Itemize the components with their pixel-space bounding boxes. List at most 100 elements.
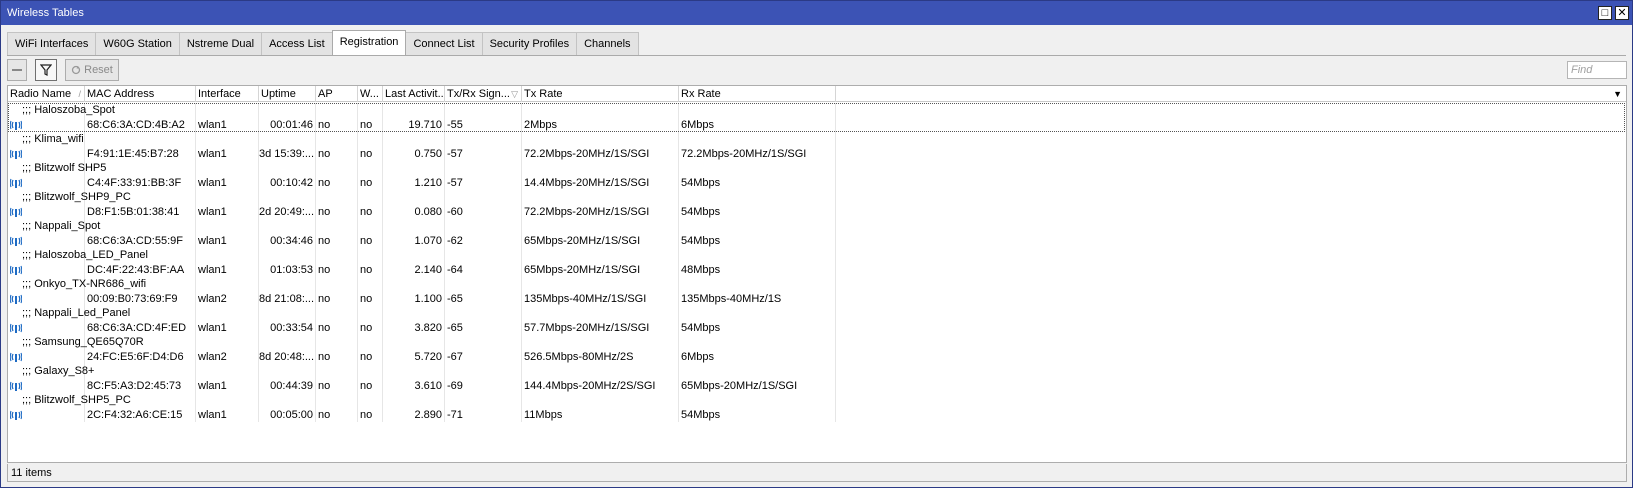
cell-mac: 8C:F5:A3:D2:45:73	[87, 379, 182, 392]
table-row[interactable]: 68:C6:3A:CD:55:9F wlan1 00:34:46 no no 1.070-…	[8, 234, 1626, 249]
table-row[interactable]: 68:C6:3A:CD:4B:A2 wlan1 00:01:46 no no 19.710…	[8, 118, 1626, 133]
comment-row[interactable]: ;;; Nappali_Led_Panel	[8, 306, 1626, 321]
tab-w60g-station[interactable]: W60G Station	[95, 32, 180, 55]
cell-uptime: 00:10:42	[270, 176, 313, 189]
tab-connect-list[interactable]: Connect List	[405, 32, 483, 55]
cell-uptime: 00:33:54	[270, 321, 313, 334]
column-header-2[interactable]: Interface	[196, 86, 259, 102]
cell-tx: 65Mbps-20MHz/1S/SGI	[524, 263, 641, 276]
column-header-label: Uptime	[261, 88, 296, 100]
minus-icon	[12, 69, 22, 71]
comment-row[interactable]: ;;; Samsung_QE65Q70R	[8, 335, 1626, 350]
cell-mac: D8:F1:5B:01:38:41	[87, 205, 180, 218]
cell-rx: 6Mbps	[681, 350, 715, 363]
cell-iface: wlan2	[198, 292, 227, 305]
table-row[interactable]: 2C:F4:32:A6:CE:15 wlan1 00:05:00 no no 2.890-…	[8, 408, 1626, 423]
column-header-5[interactable]: W...	[358, 86, 383, 102]
tab-security-profiles[interactable]: Security Profiles	[481, 32, 578, 55]
comment-row[interactable]: ;;; Blitzwolf SHP5	[8, 161, 1626, 176]
cell-ap: no	[318, 292, 331, 305]
tab-channels[interactable]: Channels	[576, 32, 639, 55]
cell-rx: 54Mbps	[681, 234, 721, 247]
cell-tx: 72.2Mbps-20MHz/1S/SGI	[524, 205, 650, 218]
tab-registration[interactable]: Registration	[331, 30, 407, 55]
cell-last: 1.210	[414, 176, 442, 189]
column-header-3[interactable]: Uptime	[259, 86, 316, 102]
comment-row[interactable]: ;;; Onkyo_TX-NR686_wifi	[8, 277, 1626, 292]
cell-w: no	[360, 350, 373, 363]
cell-tx: 144.4Mbps-20MHz/2S/SGI	[524, 379, 656, 392]
table-row[interactable]: DC:4F:22:43:BF:AA wlan1 01:03:53 no no 2.140-…	[8, 263, 1626, 278]
comment-row[interactable]: ;;; Nappali_Spot	[8, 219, 1626, 234]
column-header-label: Tx Rate	[524, 88, 563, 100]
tab-access-list[interactable]: Access List	[261, 32, 333, 55]
comment-row[interactable]: ;;; Blitzwolf_SHP5_PC	[8, 393, 1626, 408]
column-header-9[interactable]: Rx Rate	[679, 86, 836, 102]
table-row[interactable]: 68:C6:3A:CD:4F:ED wlan1 00:33:54 no no 3.820-…	[8, 321, 1626, 336]
cell-uptime: 3d 15:39:...	[259, 147, 315, 160]
column-header-7[interactable]: Tx/Rx Sign... ▽	[445, 86, 522, 102]
comment-row[interactable]: ;;; Haloszoba_LED_Panel	[8, 248, 1626, 263]
cell-ap: no	[318, 379, 331, 392]
row-comment: ;;; Blitzwolf SHP5	[22, 162, 107, 174]
wireless-tables-window: Wireless Tables □ ✕ WiFi Interfaces W60G …	[0, 0, 1633, 488]
table-row[interactable]: D8:F1:5B:01:38:41 wlan1 2d 20:49:... no no 0.…	[8, 205, 1626, 220]
cell-last: 1.100	[414, 292, 442, 305]
wireless-client-icon	[10, 149, 22, 159]
cell-mac: C4:4F:33:91:BB:3F	[87, 176, 182, 189]
column-header-6[interactable]: Last Activit...	[383, 86, 445, 102]
comment-row[interactable]: ;;; Klima_wifi	[8, 132, 1626, 147]
find-input[interactable]: Find	[1567, 61, 1627, 79]
table-row[interactable]: 00:09:B0:73:69:F9 wlan2 8d 21:08:... no no 1.…	[8, 292, 1626, 307]
column-header-8[interactable]: Tx Rate	[522, 86, 679, 102]
column-header-0[interactable]: Radio Name /	[8, 86, 85, 102]
column-header-label: Rx Rate	[681, 88, 721, 100]
tab-wifi-interfaces[interactable]: WiFi Interfaces	[7, 32, 97, 55]
row-comment: ;;; Samsung_QE65Q70R	[22, 336, 144, 348]
cell-signal: -55	[447, 118, 463, 131]
cell-last: 2.140	[414, 263, 442, 276]
comment-row[interactable]: ;;; Haloszoba_Spot	[8, 103, 1626, 132]
table-row[interactable]: C4:4F:33:91:BB:3F wlan1 00:10:42 no no 1.210-…	[8, 176, 1626, 191]
remove-button[interactable]	[7, 59, 27, 81]
tab-strip: WiFi Interfaces W60G Station Nstreme Dual A…	[7, 30, 639, 55]
cell-last: 3.820	[414, 321, 442, 334]
cell-signal: -57	[447, 176, 463, 189]
cell-iface: wlan1	[198, 234, 227, 247]
cell-last: 3.610	[414, 379, 442, 392]
wireless-client-icon	[10, 236, 22, 246]
column-header-4[interactable]: AP	[316, 86, 358, 102]
registration-table: Radio Name / MAC Address Interface Uptime AP W…	[7, 85, 1627, 463]
tab-nstreme-dual[interactable]: Nstreme Dual	[178, 32, 263, 55]
cell-last: 2.890	[414, 408, 442, 421]
wireless-client-icon	[10, 381, 22, 391]
title-bar[interactable]: Wireless Tables □ ✕	[1, 1, 1632, 25]
table-row[interactable]: F4:91:1E:45:B7:28 wlan1 3d 15:39:... no no 0.…	[8, 147, 1626, 162]
sort-indicator-icon: /	[78, 89, 81, 99]
comment-row[interactable]: ;;; Blitzwolf_SHP9_PC	[8, 190, 1626, 205]
column-header-1[interactable]: MAC Address	[85, 86, 196, 102]
cell-signal: -62	[447, 234, 463, 247]
table-row[interactable]: 8C:F5:A3:D2:45:73 wlan1 00:44:39 no no 3.610-…	[8, 379, 1626, 394]
cell-signal: -65	[447, 292, 463, 305]
restore-icon[interactable]: □	[1598, 6, 1612, 20]
cell-signal: -57	[447, 147, 463, 160]
cell-ap: no	[318, 234, 331, 247]
cell-iface: wlan1	[198, 379, 227, 392]
cell-rx: 65Mbps-20MHz/1S/SGI	[681, 379, 798, 392]
reset-button[interactable]: Reset	[65, 59, 119, 81]
cell-last: 0.080	[414, 205, 442, 218]
column-header-label: Last Activit...	[385, 88, 445, 100]
cell-iface: wlan1	[198, 408, 227, 421]
filter-button[interactable]	[35, 59, 57, 81]
table-row[interactable]: 24:FC:E5:6F:D4:D6 wlan2 8d 20:48:... no no 5.…	[8, 350, 1626, 365]
close-icon[interactable]: ✕	[1615, 6, 1629, 20]
column-menu-icon[interactable]: ▼	[1613, 86, 1622, 102]
comment-row[interactable]: ;;; Galaxy_S8+	[8, 364, 1626, 379]
cell-uptime: 8d 20:48:...	[259, 350, 315, 363]
cell-rx: 135Mbps-40MHz/1S	[681, 292, 782, 305]
cell-ap: no	[318, 205, 331, 218]
cell-w: no	[360, 118, 373, 131]
cell-iface: wlan1	[198, 205, 227, 218]
cell-last: 1.070	[414, 234, 442, 247]
